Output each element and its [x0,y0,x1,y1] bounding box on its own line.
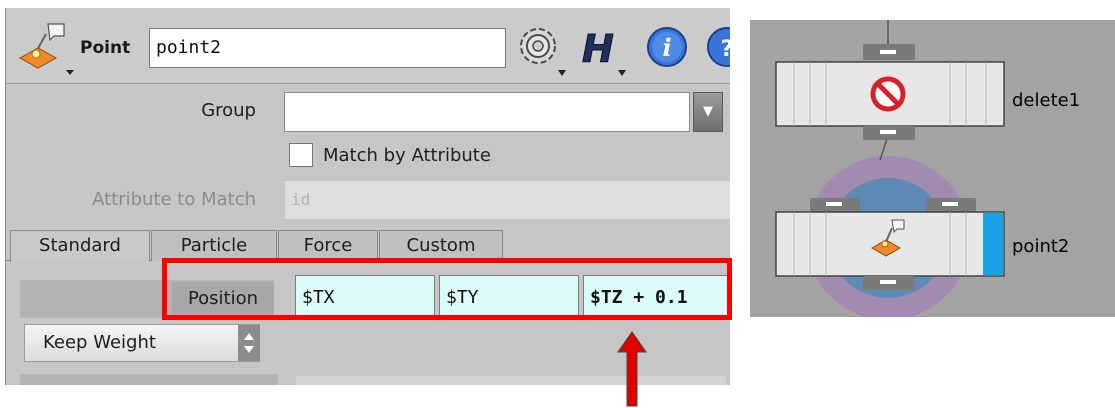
node-label-delete1: delete1 [1012,90,1081,111]
point-sop-icon[interactable] [16,20,76,76]
network-canvas [775,20,1005,317]
attribute-to-match-label: Attribute to Match [92,189,256,210]
position-highlight-box [162,258,732,320]
node-label-point2: point2 [1012,236,1070,257]
help-icon[interactable]: ? [706,26,730,70]
bypass-icon [870,76,906,112]
group-dropdown-button[interactable]: ▼ [693,92,723,132]
tab-particle[interactable]: Particle [151,230,277,261]
svg-text:?: ? [721,37,730,62]
gear-icon[interactable] [512,22,570,78]
group-label: Group [201,100,256,121]
tab-custom[interactable]: Custom [379,230,503,261]
node-point2[interactable] [775,198,1005,290]
info-icon[interactable]: i [646,26,690,70]
match-by-attribute-checkbox[interactable] [289,143,313,167]
node-delete1[interactable] [775,44,1005,140]
node-type-label: Point [80,38,131,58]
panel-header: Point point2 H i ? [6,8,730,84]
group-input[interactable] [284,92,690,132]
houdini-h-icon[interactable]: H [578,26,632,78]
svg-text:H: H [582,27,614,71]
node-name-field[interactable]: point2 [149,28,506,68]
next-row-label-background [20,374,278,385]
keep-weight-label: Keep Weight [43,332,156,353]
chevron-down-icon: ▼ [703,104,713,119]
display-flag-button[interactable] [983,213,1003,275]
tab-standard[interactable]: Standard [10,230,150,262]
attribute-to-match-input[interactable]: id [284,180,730,220]
svg-text:i: i [662,33,671,62]
keep-weight-menu[interactable]: Keep Weight [24,324,260,362]
tab-force[interactable]: Force [278,230,378,261]
annotation-arrow-icon [617,331,647,407]
next-row-field[interactable] [296,376,726,385]
match-by-attribute-label: Match by Attribute [323,145,491,166]
parameter-panel: Point point2 H i ? Group ▼ Match by Attr… [5,8,730,385]
network-view: delete1 point2 [750,20,1115,317]
updown-arrows-icon [238,325,260,361]
